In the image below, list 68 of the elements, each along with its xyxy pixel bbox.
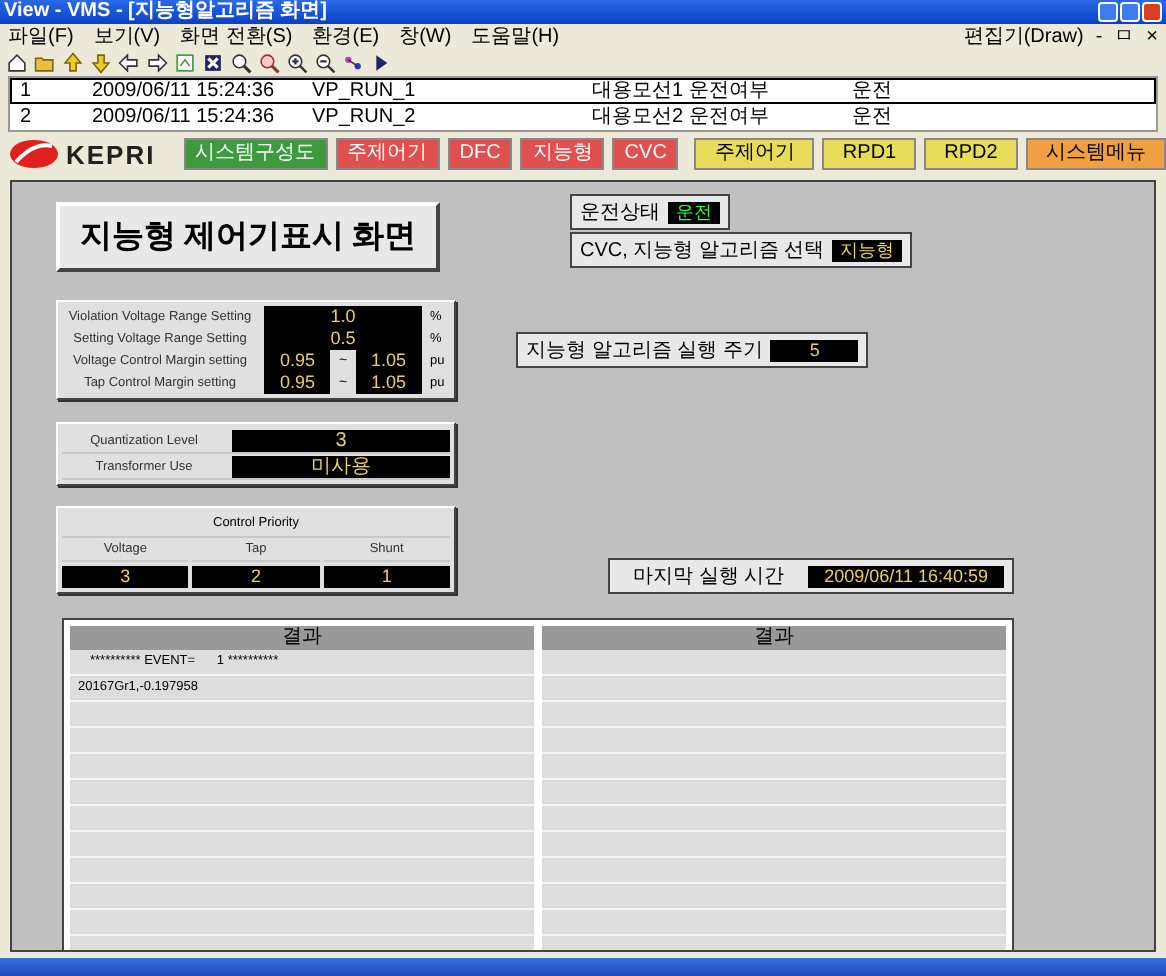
result-header: 결과 — [70, 626, 534, 650]
down-arrow-icon[interactable] — [90, 52, 112, 74]
nav-button[interactable]: 시스템구성도 — [183, 138, 328, 170]
menu-item[interactable]: 화면 전환(S) — [180, 24, 293, 50]
priority-value[interactable]: 2 — [192, 566, 320, 588]
nav-button[interactable]: 주제어기 — [335, 138, 440, 170]
event-tag: VP_RUN_1 — [304, 80, 584, 102]
setting-value[interactable]: 1.05 — [355, 350, 422, 372]
setting-value[interactable]: 0.5 — [264, 328, 422, 350]
row-number: 1 — [18, 80, 34, 102]
up-arrow-icon[interactable] — [62, 52, 84, 74]
left-arrow-icon[interactable] — [118, 52, 140, 74]
network-icon[interactable] — [342, 52, 364, 74]
screen-title: 지능형 제어기표시 화면 — [56, 202, 440, 272]
result-header: 결과 — [542, 626, 1006, 650]
zoom-out-icon[interactable] — [314, 52, 336, 74]
event-description: 대용모선2 운전여부 — [590, 106, 771, 128]
event-value: 운전 — [850, 106, 894, 128]
nav-button[interactable]: RPD1 — [822, 138, 917, 170]
window-control[interactable]: × — [1146, 24, 1158, 50]
zoom-icon[interactable] — [258, 52, 280, 74]
minimize-button[interactable] — [1098, 2, 1118, 22]
event-description: 대용모선1 운전여부 — [590, 80, 771, 102]
row-number: 2 — [18, 106, 34, 128]
nav-button[interactable]: RPD2 — [924, 138, 1018, 170]
event-value: 운전 — [850, 80, 894, 102]
maximize-button[interactable] — [1120, 2, 1140, 22]
logo-icon — [8, 138, 60, 170]
menu-item[interactable]: 도움말(H) — [471, 24, 560, 50]
setting-value[interactable]: 0.95 — [264, 372, 331, 394]
menu-item[interactable]: 편집기(Draw) — [963, 24, 1084, 50]
close-button[interactable] — [1142, 2, 1162, 22]
priority-value[interactable]: 3 — [62, 566, 189, 588]
run-period-label: 지능형 알고리즘 실행 주기 — [526, 338, 763, 364]
algorithm-value[interactable]: 지능형 — [832, 239, 903, 261]
last-run-label: 마지막 실행 시간 — [631, 564, 787, 590]
window-control[interactable]: ㅁ — [1114, 24, 1135, 50]
setting-value[interactable]: 0.95 — [264, 350, 331, 372]
window-title: View - VMS - [지능형알고리즘 화면] — [4, 0, 327, 24]
close-icon[interactable] — [202, 52, 224, 74]
right-arrow-icon[interactable] — [146, 52, 168, 74]
priority-value[interactable]: 1 — [323, 566, 450, 588]
run-period-value[interactable]: 5 — [770, 339, 859, 361]
menu-item[interactable]: 파일(F) — [8, 24, 74, 50]
zoom-in-icon[interactable] — [286, 52, 308, 74]
search-icon[interactable] — [230, 52, 252, 74]
nav-button[interactable]: CVC — [612, 138, 679, 170]
menu-item[interactable]: 보기(V) — [93, 24, 161, 50]
algorithm-label: CVC, 지능형 알고리즘 선택 — [580, 238, 825, 264]
menu-item[interactable]: 창(W) — [399, 24, 452, 50]
event-time: 2009/06/11 15:24:36 — [90, 80, 277, 102]
setting-value[interactable]: 1.0 — [264, 306, 422, 328]
setting-value[interactable]: 1.05 — [355, 372, 422, 394]
window-control[interactable]: - — [1095, 24, 1103, 50]
event-time: 2009/06/11 15:24:36 — [90, 106, 277, 128]
last-run-value: 2009/06/11 16:40:59 — [808, 565, 1004, 587]
event-tag: VP_RUN_2 — [304, 106, 584, 128]
logo-text: KEPRI — [66, 139, 156, 169]
setting-value[interactable]: 미사용 — [232, 455, 450, 477]
document-icon[interactable] — [174, 52, 196, 74]
nav-button[interactable]: 시스템메뉴 — [1025, 138, 1166, 170]
run-state-value: 운전 — [668, 201, 720, 223]
nav-button[interactable]: 주제어기 — [694, 138, 815, 170]
nav-button[interactable]: 지능형 — [520, 138, 605, 170]
run-state-label: 운전상태 — [580, 200, 660, 226]
menu-item[interactable]: 환경(E) — [312, 24, 380, 50]
nav-button[interactable]: DFC — [447, 138, 513, 170]
setting-value[interactable]: 3 — [232, 429, 450, 451]
